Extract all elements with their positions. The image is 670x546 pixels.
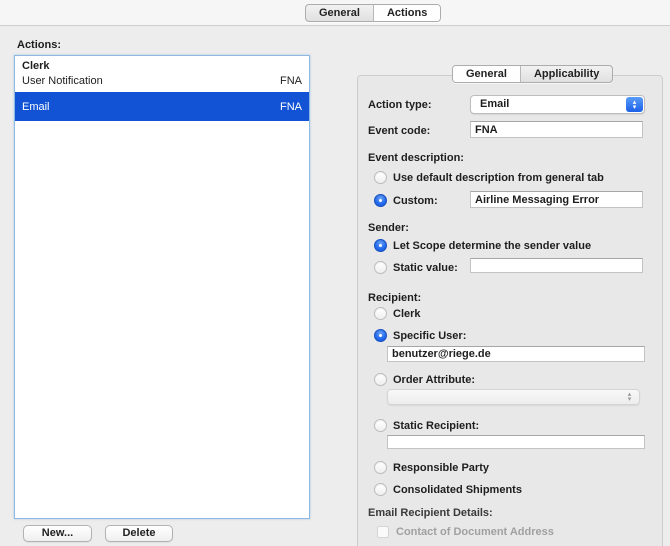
radio-default-description[interactable] [374, 171, 387, 184]
window-toolbar: General Actions [0, 0, 670, 26]
actions-list-label: Actions: [17, 39, 61, 51]
list-item-title: Email [22, 101, 50, 113]
radio-consolidated-shipments[interactable] [374, 483, 387, 496]
action-type-popup[interactable]: Email ▴▾ [470, 95, 645, 114]
list-item-title: Clerk [22, 59, 302, 74]
static-recipient-field[interactable] [387, 435, 645, 449]
radio-static-sender[interactable] [374, 261, 387, 274]
list-item-subtitle: User Notification [22, 74, 103, 89]
custom-description-field[interactable] [470, 191, 643, 208]
popup-stepper-icon: ▴▾ [621, 391, 638, 403]
order-attribute-popup[interactable]: ▴▾ [387, 389, 640, 405]
popup-stepper-icon: ▴▾ [626, 97, 643, 112]
radio-default-description-label[interactable]: Use default description from general tab [393, 172, 604, 185]
event-description-label: Event description: [368, 152, 464, 165]
radio-specific-user-label[interactable]: Specific User: [393, 330, 466, 343]
radio-clerk-recipient-label[interactable]: Clerk [393, 308, 421, 321]
static-sender-field[interactable] [470, 258, 643, 273]
radio-static-recipient-label[interactable]: Static Recipient: [393, 420, 479, 433]
actions-list[interactable]: Clerk User Notification FNA Email FNA [14, 55, 310, 519]
radio-consolidated-shipments-label[interactable]: Consolidated Shipments [393, 484, 522, 497]
radio-static-recipient[interactable] [374, 419, 387, 432]
detail-tab-applicability[interactable]: Applicability [520, 66, 612, 82]
radio-scope-sender[interactable] [374, 239, 387, 252]
main-tab-actions[interactable]: Actions [373, 5, 440, 21]
radio-responsible-party[interactable] [374, 461, 387, 474]
recipient-label: Recipient: [368, 292, 421, 305]
event-code-label: Event code: [368, 125, 430, 138]
detail-tab-general[interactable]: General [453, 66, 520, 82]
radio-order-attribute-label[interactable]: Order Attribute: [393, 374, 475, 387]
list-item-code: FNA [280, 74, 302, 89]
radio-scope-sender-label[interactable]: Let Scope determine the sender value [393, 240, 591, 253]
radio-responsible-party-label[interactable]: Responsible Party [393, 462, 489, 475]
radio-order-attribute[interactable] [374, 373, 387, 386]
new-button[interactable]: New... [23, 525, 92, 542]
detail-tab-bar: General Applicability [452, 65, 613, 83]
delete-button[interactable]: Delete [105, 525, 173, 542]
preferences-window: General Actions Actions: Clerk User Noti… [0, 0, 670, 546]
radio-custom-description-label[interactable]: Custom: [393, 195, 438, 208]
list-item-email-selected[interactable]: Email FNA [15, 92, 309, 121]
specific-user-field[interactable] [387, 346, 645, 362]
radio-specific-user[interactable] [374, 329, 387, 342]
contact-document-address-checkbox[interactable] [377, 526, 389, 538]
email-recipient-details-label: Email Recipient Details: [368, 507, 493, 520]
radio-static-sender-label[interactable]: Static value: [393, 262, 458, 275]
main-tab-bar: General Actions [305, 4, 441, 22]
contact-document-address-label: Contact of Document Address [396, 526, 554, 539]
main-tab-general[interactable]: General [306, 5, 373, 21]
event-code-field[interactable] [470, 121, 643, 138]
action-type-label: Action type: [368, 99, 432, 112]
sender-label: Sender: [368, 222, 409, 235]
radio-clerk-recipient[interactable] [374, 307, 387, 320]
list-item-code: FNA [280, 101, 302, 113]
action-type-value: Email [480, 96, 509, 113]
radio-custom-description[interactable] [374, 194, 387, 207]
list-item-clerk[interactable]: Clerk User Notification FNA [15, 56, 309, 92]
